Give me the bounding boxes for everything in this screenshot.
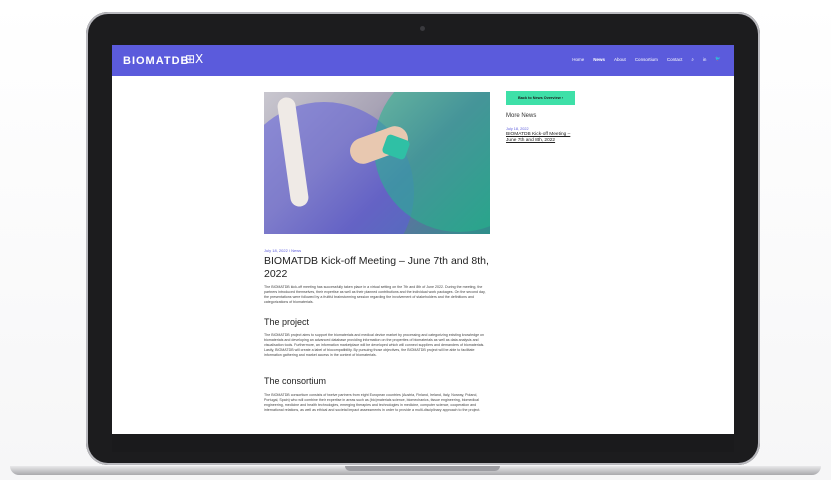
- section-title-project: The project: [264, 317, 310, 327]
- linkedin-icon[interactable]: in: [703, 57, 707, 62]
- main-nav: Home News About Consortium Contact ⌕ in …: [572, 56, 721, 62]
- nav-consortium[interactable]: Consortium: [635, 57, 658, 62]
- back-button-label: Back to News Overview: [518, 96, 561, 100]
- more-news-link[interactable]: BIOMATDB Kick-off Meeting – June 7th and…: [506, 132, 581, 144]
- twitter-icon[interactable]: 🐦: [715, 56, 721, 62]
- more-news-date: July 18, 2022: [506, 127, 529, 131]
- section-text-consortium: The BIOMATDB consortium consists of twel…: [264, 393, 481, 412]
- article-title: BIOMATDB Kick-off Meeting – June 7th and…: [264, 255, 489, 280]
- laptop-screen: BIOMATDB ⊞Ⅹ Home News About Consortium C…: [112, 45, 734, 434]
- nav-contact[interactable]: Contact: [667, 57, 683, 62]
- more-news-heading: More News: [506, 113, 537, 119]
- screen-bottom-bezel: [112, 434, 734, 452]
- nav-home[interactable]: Home: [572, 57, 584, 62]
- site-logo[interactable]: BIOMATDB: [123, 55, 189, 67]
- article-hero-image: [264, 92, 490, 234]
- nav-news[interactable]: News: [593, 57, 605, 62]
- search-icon[interactable]: ⌕: [691, 57, 694, 62]
- laptop-notch: [345, 466, 500, 471]
- site-header: BIOMATDB ⊞Ⅹ Home News About Consortium C…: [112, 45, 734, 76]
- biomatdb-mark-icon: ⊞Ⅹ: [185, 52, 204, 66]
- nav-about[interactable]: About: [614, 57, 626, 62]
- webcam: [420, 26, 425, 31]
- back-to-news-button[interactable]: Back to News Overview ›: [506, 91, 575, 105]
- section-title-consortium: The consortium: [264, 376, 327, 386]
- section-text-project: The BIOMATDB project aims to support the…: [264, 333, 485, 357]
- article-intro: The BIOMATDB kick-off meeting has succes…: [264, 285, 486, 304]
- article-meta: July 18, 2022 / News: [264, 248, 302, 253]
